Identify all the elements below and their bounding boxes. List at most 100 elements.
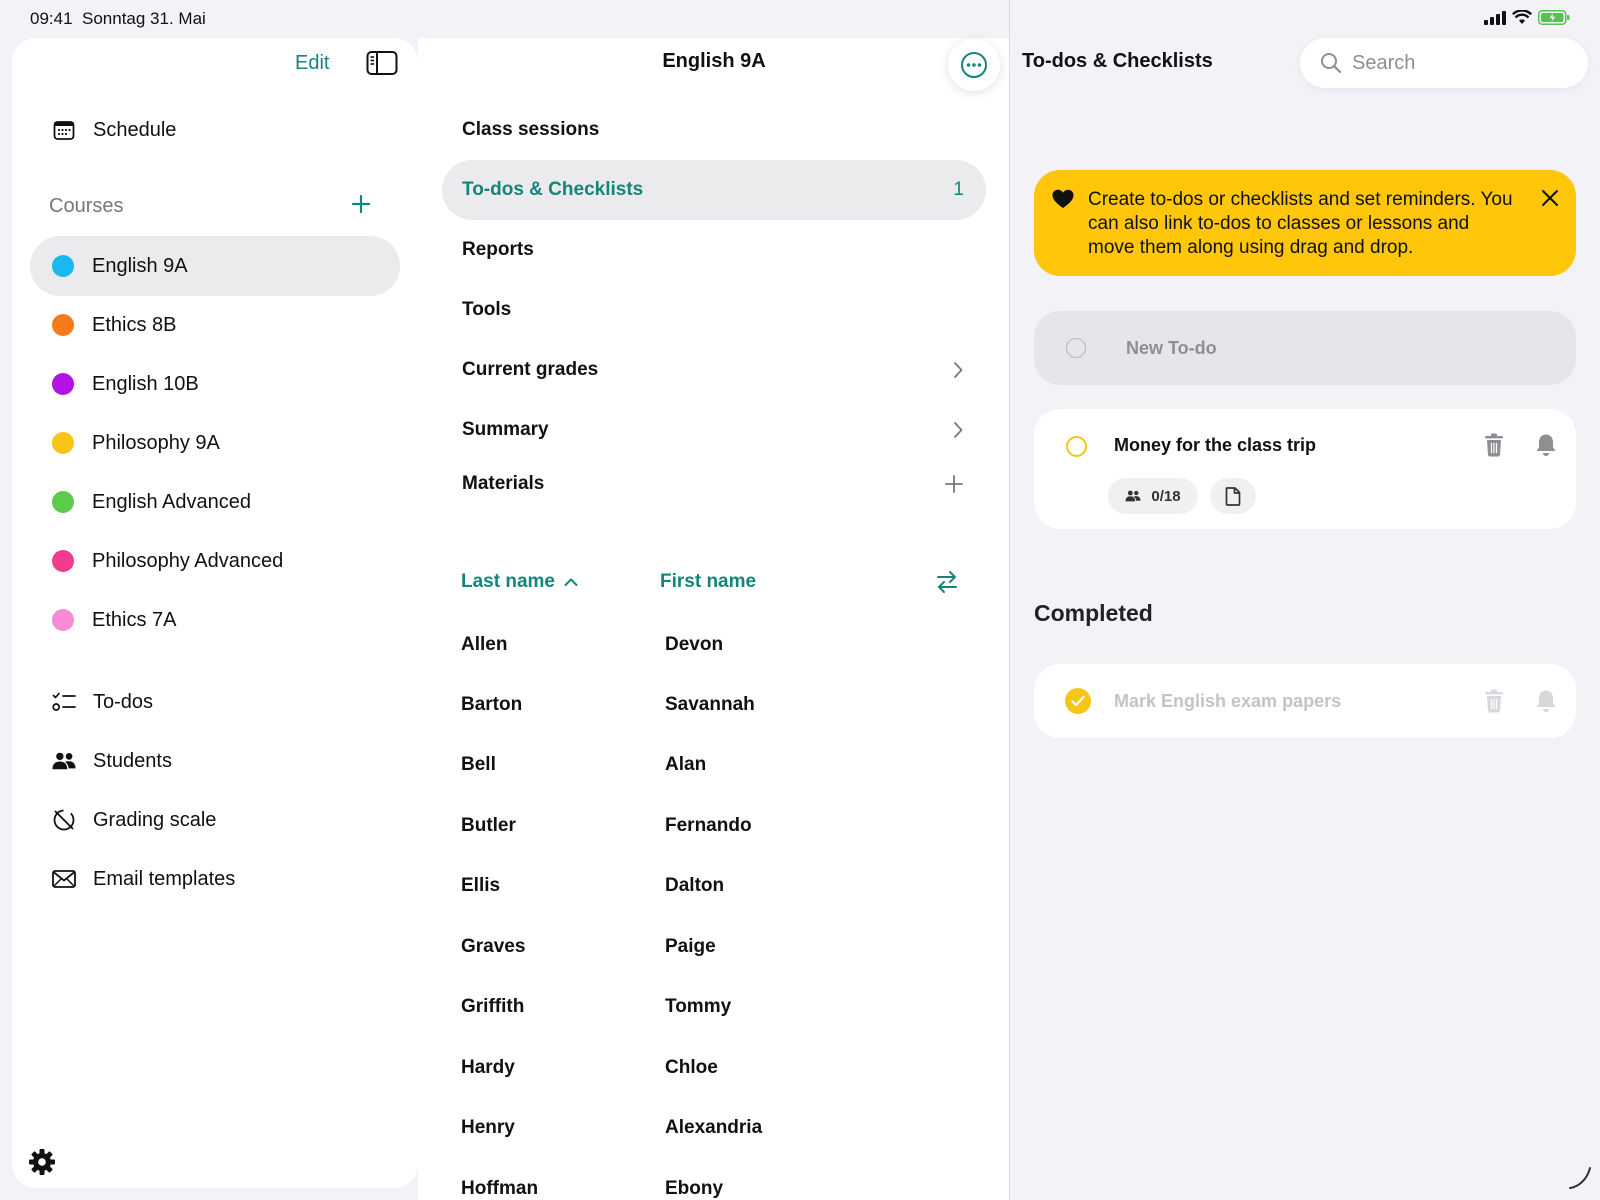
search-bar[interactable]: [1300, 38, 1588, 88]
course-label: English 10B: [92, 372, 199, 395]
sidebar-item-email-templates[interactable]: Email templates: [30, 849, 400, 909]
bell-icon[interactable]: [1535, 433, 1557, 457]
grading-scale-icon: [52, 808, 76, 832]
people-icon: [1125, 490, 1141, 502]
course-color-dot: [52, 432, 74, 454]
menu-item-summary[interactable]: Summary: [442, 400, 986, 460]
menu-item-label: To-dos & Checklists: [462, 179, 644, 200]
todo-list-icon: [52, 690, 76, 714]
table-row[interactable]: Bell Alan: [461, 735, 961, 795]
bell-icon[interactable]: [1535, 689, 1557, 713]
students-progress-chip[interactable]: 0/18: [1108, 478, 1198, 514]
menu-item-label: Tools: [462, 299, 512, 320]
add-course-icon[interactable]: [350, 193, 372, 215]
sidebar-course-english-9a[interactable]: English 9A: [30, 236, 400, 296]
table-row[interactable]: Henry Alexandria: [461, 1098, 961, 1158]
sidebar-course-ethics-8b[interactable]: Ethics 8B: [30, 295, 400, 355]
sidebar-item-students[interactable]: Students: [30, 731, 400, 791]
menu-item-current-grades[interactable]: Current grades: [442, 340, 986, 400]
search-icon: [1320, 52, 1342, 74]
last-name-sort-header[interactable]: Last name: [461, 571, 579, 593]
first-name-cell: Paige: [665, 936, 716, 957]
trash-icon[interactable]: [1484, 689, 1504, 713]
first-name-cell: Alexandria: [665, 1117, 763, 1138]
todo-card[interactable]: Money for the class trip 0/18: [1034, 409, 1576, 529]
people-icon: [52, 749, 76, 773]
sidebar-item-todos[interactable]: To-dos: [30, 672, 400, 732]
close-icon[interactable]: [1540, 188, 1560, 208]
course-color-dot: [52, 550, 74, 572]
trash-icon[interactable]: [1484, 433, 1504, 457]
chevron-right-icon: [952, 360, 964, 380]
course-label: Ethics 7A: [92, 608, 177, 631]
search-input[interactable]: [1352, 51, 1552, 75]
menu-item-label: Class sessions: [462, 119, 600, 140]
table-row[interactable]: Hoffman Ebony: [461, 1159, 961, 1200]
battery-icon: [1538, 10, 1570, 25]
banner-text: Create to-dos or checklists and set remi…: [1088, 189, 1513, 258]
table-row[interactable]: Graves Paige: [461, 917, 961, 977]
sidebar-course-english-10b[interactable]: English 10B: [30, 354, 400, 414]
resize-handle-icon[interactable]: [1568, 1166, 1592, 1190]
students-count: 0/18: [1151, 487, 1181, 505]
sidebar-item-grading-scale[interactable]: Grading scale: [30, 790, 400, 850]
sidebar-course-philosophy-9a[interactable]: Philosophy 9A: [30, 413, 400, 473]
menu-item-reports[interactable]: Reports: [442, 220, 986, 280]
first-name-cell: Chloe: [665, 1057, 718, 1078]
menu-item-label: Current grades: [462, 359, 599, 380]
sidebar-toggle-icon[interactable]: [366, 50, 398, 76]
chevron-up-icon: [563, 576, 579, 588]
new-todo-field[interactable]: New To-do: [1034, 311, 1576, 385]
completed-heading: Completed: [1034, 600, 1153, 626]
menu-item-label: Summary: [462, 419, 549, 440]
completed-todo-card[interactable]: Mark English exam papers: [1034, 664, 1576, 738]
sidebar-course-ethics-7a[interactable]: Ethics 7A: [30, 590, 400, 650]
table-row[interactable]: Barton Savannah: [461, 675, 961, 735]
course-label: Philosophy 9A: [92, 431, 220, 454]
course-label: Ethics 8B: [92, 313, 177, 336]
last-name-cell: Hoffman: [461, 1178, 539, 1199]
course-label: English Advanced: [92, 490, 252, 513]
sidebar-item-schedule[interactable]: Schedule: [30, 100, 400, 160]
menu-item-todos-checklists[interactable]: To-dos & Checklists 1: [442, 160, 986, 220]
edit-button[interactable]: Edit: [295, 52, 329, 75]
last-name-cell: Allen: [461, 634, 508, 655]
table-row[interactable]: Allen Devon: [461, 615, 961, 675]
swap-arrows-icon[interactable]: [934, 569, 960, 595]
course-detail-panel: English 9A Class sessions To-dos & Check…: [418, 38, 1010, 1200]
add-material-icon[interactable]: [944, 474, 964, 494]
menu-item-class-sessions[interactable]: Class sessions: [442, 100, 986, 160]
course-color-dot: [52, 314, 74, 336]
status-time: 09:41: [30, 9, 73, 28]
first-name-sort-header[interactable]: First name: [660, 571, 756, 593]
last-name-cell: Griffith: [461, 996, 525, 1017]
envelope-icon: [52, 867, 76, 891]
status-icons: [1484, 10, 1570, 25]
table-row[interactable]: Hardy Chloe: [461, 1038, 961, 1098]
attachment-chip[interactable]: [1210, 478, 1256, 514]
table-row[interactable]: Ellis Dalton: [461, 856, 961, 916]
wifi-icon: [1512, 10, 1532, 24]
courses-section-label: Courses: [49, 195, 124, 217]
table-row[interactable]: Butler Fernando: [461, 796, 961, 856]
info-banner: Create to-dos or checklists and set remi…: [1034, 170, 1576, 276]
sidebar-item-label: To-dos: [93, 690, 154, 713]
last-name-cell: Ellis: [461, 875, 501, 896]
gear-icon[interactable]: [28, 1148, 56, 1176]
sidebar-course-english-advanced[interactable]: English Advanced: [30, 472, 400, 532]
calendar-icon: [52, 118, 76, 142]
more-options-button[interactable]: [948, 39, 1000, 91]
checkmark-circle-icon[interactable]: [1065, 688, 1091, 714]
heart-icon: [1052, 189, 1074, 209]
first-name-cell: Savannah: [665, 694, 755, 715]
table-row[interactable]: Griffith Tommy: [461, 977, 961, 1037]
first-name-cell: Alan: [665, 754, 707, 775]
menu-item-tools[interactable]: Tools: [442, 280, 986, 340]
page-title: English 9A: [662, 50, 766, 72]
last-name-cell: Butler: [461, 815, 516, 836]
sidebar-course-philosophy-advanced[interactable]: Philosophy Advanced: [30, 531, 400, 591]
menu-item-materials[interactable]: Materials: [442, 454, 986, 514]
course-label: English 9A: [92, 254, 188, 277]
todo-checkbox[interactable]: [1066, 436, 1087, 457]
first-name-cell: Devon: [665, 634, 724, 655]
